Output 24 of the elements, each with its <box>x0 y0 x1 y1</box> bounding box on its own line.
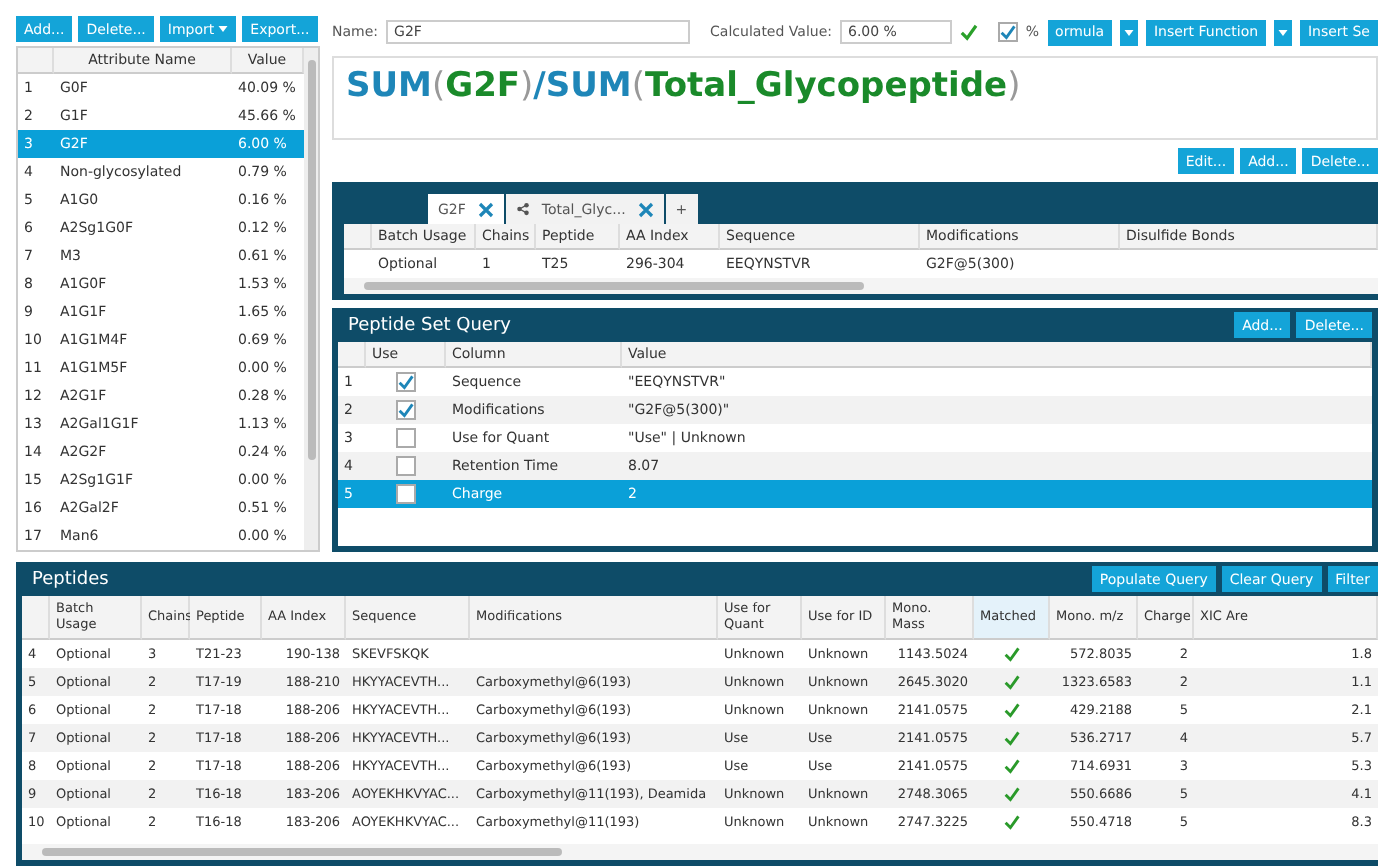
scrollbar[interactable] <box>22 844 1378 860</box>
corner-cell <box>22 596 50 640</box>
caret-icon <box>1277 29 1288 35</box>
formula-editor[interactable]: SUM(G2F)/SUM(Total_Glycopeptide) <box>332 56 1378 140</box>
close-icon[interactable] <box>637 201 654 217</box>
use-checkbox[interactable] <box>396 456 416 476</box>
panel-title: Peptides <box>32 569 109 589</box>
use-checkbox[interactable] <box>396 400 416 420</box>
caret-icon <box>1124 29 1135 35</box>
use-checkbox[interactable] <box>396 372 416 392</box>
caret-icon <box>218 26 229 32</box>
use-checkbox[interactable] <box>396 428 416 448</box>
scrollbar[interactable] <box>344 278 1378 294</box>
corner-cell <box>338 342 366 368</box>
dropdown-button[interactable] <box>1120 19 1138 45</box>
dropdown-button[interactable] <box>1274 19 1292 45</box>
close-icon[interactable] <box>477 201 494 217</box>
scrollbar[interactable] <box>304 48 318 550</box>
percent-checkbox[interactable] <box>997 22 1018 42</box>
corner-cell <box>18 48 54 74</box>
use-checkbox[interactable] <box>396 484 416 504</box>
panel-title: Peptide Set Query <box>348 315 511 335</box>
link-icon <box>515 202 530 216</box>
corner-cell <box>344 224 372 250</box>
